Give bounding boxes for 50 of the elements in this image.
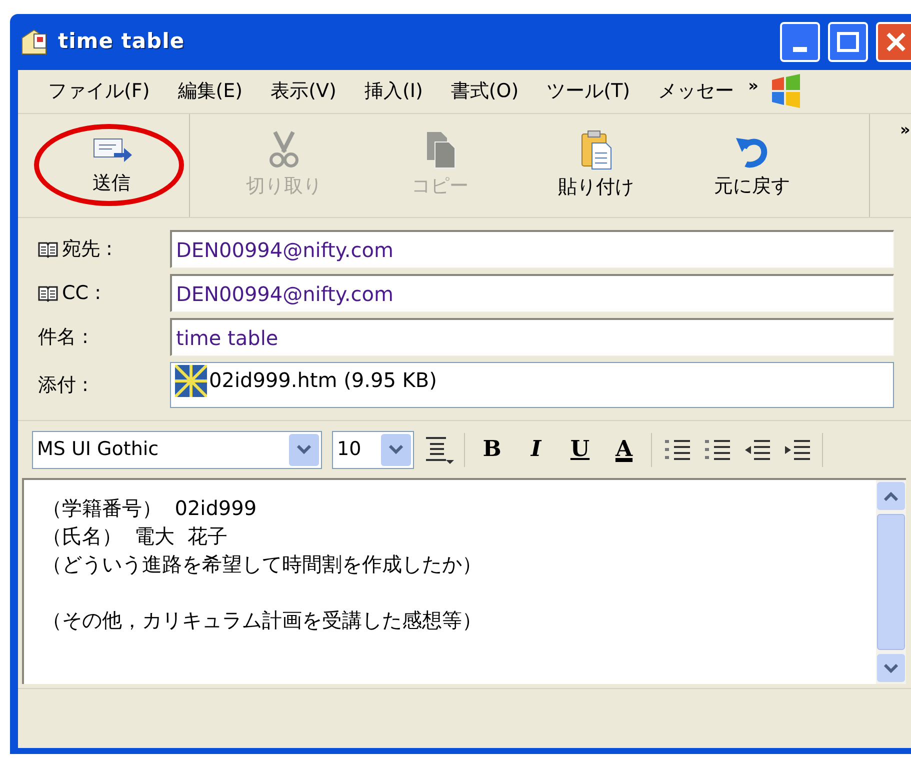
field-label: 宛先 : [62, 236, 112, 262]
field-label: 添付 : [38, 372, 88, 398]
body-line: （その他，カリキュラム計画を受講した感想等） [42, 607, 482, 634]
scroll-down-icon[interactable] [877, 654, 905, 682]
menu-item[interactable]: ツール(T) [532, 77, 644, 106]
font-dropdown[interactable]: MS UI Gothic [32, 430, 322, 468]
toolbar-button[interactable]: 送信 [34, 114, 190, 217]
window-title: time table [58, 28, 185, 56]
body-line: （氏名） 電大 花子 [42, 523, 228, 550]
field-value: DEN00994@nifty.com [176, 280, 394, 308]
scroll-up-icon[interactable] [877, 482, 905, 510]
body-line: （どういう進路を希望して時間割を作成したか） [42, 551, 482, 578]
scissors-icon [267, 130, 301, 170]
format-button[interactable]: B [475, 432, 509, 466]
field-value: DEN00994@nifty.com [176, 236, 394, 264]
field-value: time table [176, 324, 278, 352]
chevron-icon[interactable]: » [900, 118, 910, 142]
menu-item[interactable]: 表示(V) [256, 77, 350, 106]
format-button[interactable]: A [607, 432, 641, 466]
maximize-button[interactable] [828, 22, 868, 62]
format-button[interactable]: U [563, 432, 597, 466]
input-field[interactable]: DEN00994@nifty.com [170, 230, 894, 268]
close-icon [885, 31, 907, 53]
address-book-icon[interactable] [38, 240, 58, 258]
menu-item[interactable]: 編集(E) [164, 77, 257, 106]
clipboard-icon [579, 129, 613, 172]
field-label: 件名 : [38, 324, 88, 350]
format-button[interactable]: I [519, 432, 553, 466]
menu-item[interactable]: 書式(O) [436, 77, 533, 106]
chevron-icon[interactable]: » [748, 74, 758, 98]
menu-item[interactable]: 挿入(I) [350, 77, 437, 106]
minimize-icon [793, 47, 807, 52]
attachment-field[interactable]: 02id999.htm (9.95 KB) [170, 362, 894, 408]
field-value: 02id999.htm (9.95 KB) [209, 367, 437, 394]
toolbar-button[interactable]: 元に戻す [674, 114, 830, 217]
menu-item[interactable]: ファイル(F) [34, 77, 164, 106]
paragraph-style-icon[interactable] [424, 434, 454, 464]
input-field[interactable]: DEN00994@nifty.com [170, 274, 894, 312]
size-dropdown[interactable]: 10 [332, 430, 414, 468]
maximize-icon [837, 32, 859, 52]
body-line: （学籍番号） 02id999 [42, 495, 257, 522]
minimize-button[interactable] [780, 22, 820, 62]
toolbar-button[interactable]: 貼り付け [518, 114, 674, 217]
broken-file-icon [175, 365, 207, 397]
input-field[interactable]: time table [170, 318, 894, 356]
close-button[interactable] [876, 22, 911, 62]
menu-item[interactable]: メッセー [644, 77, 748, 106]
scroll-thumb[interactable] [877, 514, 905, 650]
field-label: CC : [62, 280, 101, 306]
address-book-icon[interactable] [38, 284, 58, 302]
